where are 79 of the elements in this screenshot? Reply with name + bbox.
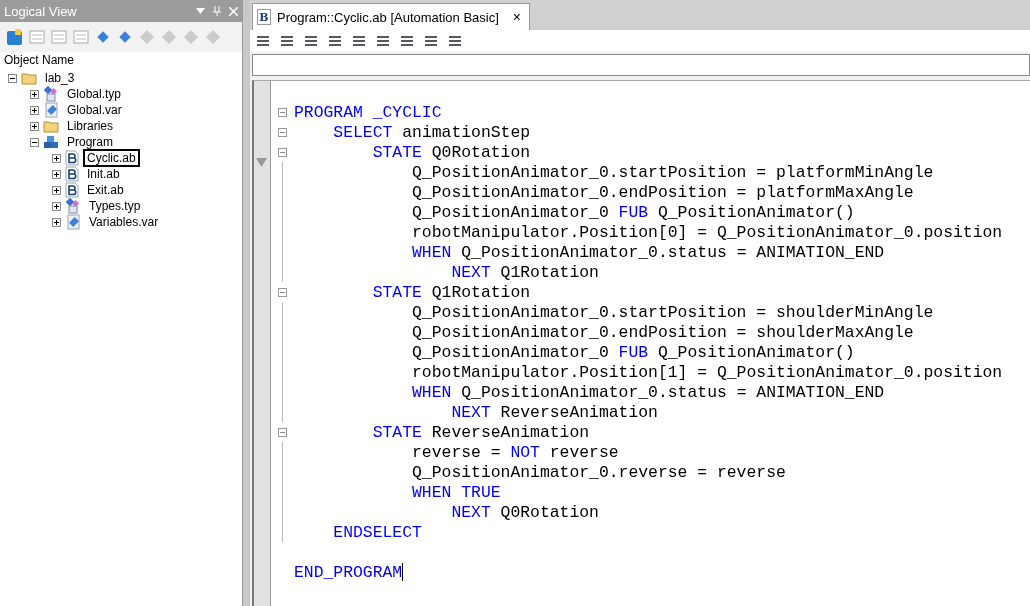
code-keyword: STATE — [371, 142, 422, 162]
code-keyword: NEXT — [450, 502, 491, 522]
tree-item[interactable]: Program — [63, 133, 117, 151]
fold-toggle[interactable] — [277, 107, 287, 117]
code-keyword: WHEN — [411, 382, 452, 402]
tree-item[interactable]: Exit.ab — [83, 181, 128, 199]
code-text: Q_PositionAnimator() — [656, 202, 855, 222]
expand-toggle[interactable] — [52, 217, 61, 227]
expand-toggle[interactable] — [30, 105, 39, 115]
code-text: robotManipulator.Position[1] = Q_PositionAnimator_0.position — [411, 362, 1003, 382]
code-text: Q_PositionAnimator_0 — [411, 202, 610, 222]
code-keyword: STATE — [371, 422, 422, 442]
code-text: animationStep — [401, 122, 531, 142]
expand-toggle[interactable] — [30, 89, 39, 99]
fold-toggle[interactable] — [277, 287, 287, 297]
tree-item[interactable]: Variables.var — [85, 213, 163, 231]
code-text: reverse = — [411, 442, 502, 462]
code-keyword: NOT — [510, 442, 540, 462]
code-text: Q_PositionAnimator_0.startPosition = platformMinAngle — [411, 162, 934, 182]
code-text: Q_PositionAnimator_0.status = ANIMATION_END — [460, 242, 885, 262]
code-text: Q_PositionAnimator_0.status = ANIMATION_END — [460, 382, 885, 402]
code-text: Q_PositionAnimator() — [656, 342, 855, 362]
tree-item[interactable]: Global.typ — [63, 85, 126, 103]
expand-toggle[interactable] — [30, 121, 39, 131]
code-text: Q0Rotation — [499, 502, 599, 522]
code-text: reverse — [548, 442, 619, 462]
expand-toggle[interactable] — [52, 201, 61, 211]
text-cursor — [402, 563, 404, 581]
input-field[interactable] — [252, 54, 1030, 76]
b-file-icon — [65, 150, 79, 166]
code-editor[interactable] — [271, 81, 1030, 606]
folder-icon — [43, 119, 59, 133]
panel-title: Logical View — [4, 3, 77, 19]
folder-icon — [21, 71, 37, 85]
close-tab-button[interactable]: × — [512, 9, 521, 25]
code-keyword: PROGRAM _CYCLIC — [294, 102, 442, 122]
code-text: Q_PositionAnimator_0 — [411, 342, 610, 362]
code-keyword: NEXT — [450, 262, 491, 282]
tree-item[interactable]: Libraries — [63, 117, 118, 135]
code-keyword: END_PROGRAM — [294, 562, 403, 582]
collapse-toggle[interactable] — [30, 137, 39, 147]
tree-item[interactable]: Types.typ — [85, 197, 145, 215]
file-type-icon: B — [257, 9, 271, 25]
code-keyword: FUB — [618, 342, 649, 362]
code-keyword: STATE — [371, 282, 422, 302]
tree-item[interactable]: lab_3 — [41, 69, 79, 87]
code-text: Q_PositionAnimator_0.endPosition = shoulderMaxAngle — [411, 322, 914, 342]
b-file-icon — [65, 182, 79, 198]
code-keyword: WHEN TRUE — [411, 482, 501, 502]
expand-toggle[interactable] — [52, 153, 61, 163]
fold-toggle[interactable] — [277, 147, 287, 157]
cube-icon[interactable] — [6, 28, 24, 46]
collapse-toggle[interactable] — [8, 73, 17, 83]
code-text: Q_PositionAnimator_0.endPosition = platformMaxAngle — [411, 182, 914, 202]
code-keyword: WHEN — [411, 242, 452, 262]
code-keyword: NEXT — [450, 402, 491, 422]
code-text: robotManipulator.Position[0] = Q_PositionAnimator_0.position — [411, 222, 1003, 242]
expand-toggle[interactable] — [52, 185, 61, 195]
code-text: Q0Rotation — [430, 142, 531, 162]
editor-tab[interactable]: B Program::Cyclic.ab [Automation Basic] × — [252, 3, 530, 30]
code-keyword: SELECT — [332, 122, 393, 142]
tree-item[interactable]: Init.ab — [83, 165, 124, 183]
close-icon[interactable] — [229, 6, 238, 16]
b-file-icon — [65, 166, 79, 182]
code-text: Q_PositionAnimator_0.startPosition = shoulderMinAngle — [411, 302, 934, 322]
code-text: ReverseAnimation — [430, 422, 590, 442]
code-text: Q1Rotation — [430, 282, 531, 302]
code-keyword: ENDSELECT — [332, 522, 422, 542]
expand-toggle[interactable] — [52, 169, 61, 179]
dropdown-icon[interactable] — [196, 8, 205, 14]
fold-toggle[interactable] — [277, 427, 287, 437]
fold-toggle[interactable] — [277, 127, 287, 137]
code-text: Q1Rotation — [499, 262, 599, 282]
code-text: ReverseAnimation — [499, 402, 658, 422]
tree-item[interactable]: Cyclic.ab — [83, 149, 140, 167]
tree-item[interactable]: Global.var — [63, 101, 126, 119]
column-header: Object Name — [3, 52, 76, 69]
code-text: Q_PositionAnimator_0.reverse = reverse — [411, 462, 786, 482]
code-keyword: FUB — [618, 202, 649, 222]
